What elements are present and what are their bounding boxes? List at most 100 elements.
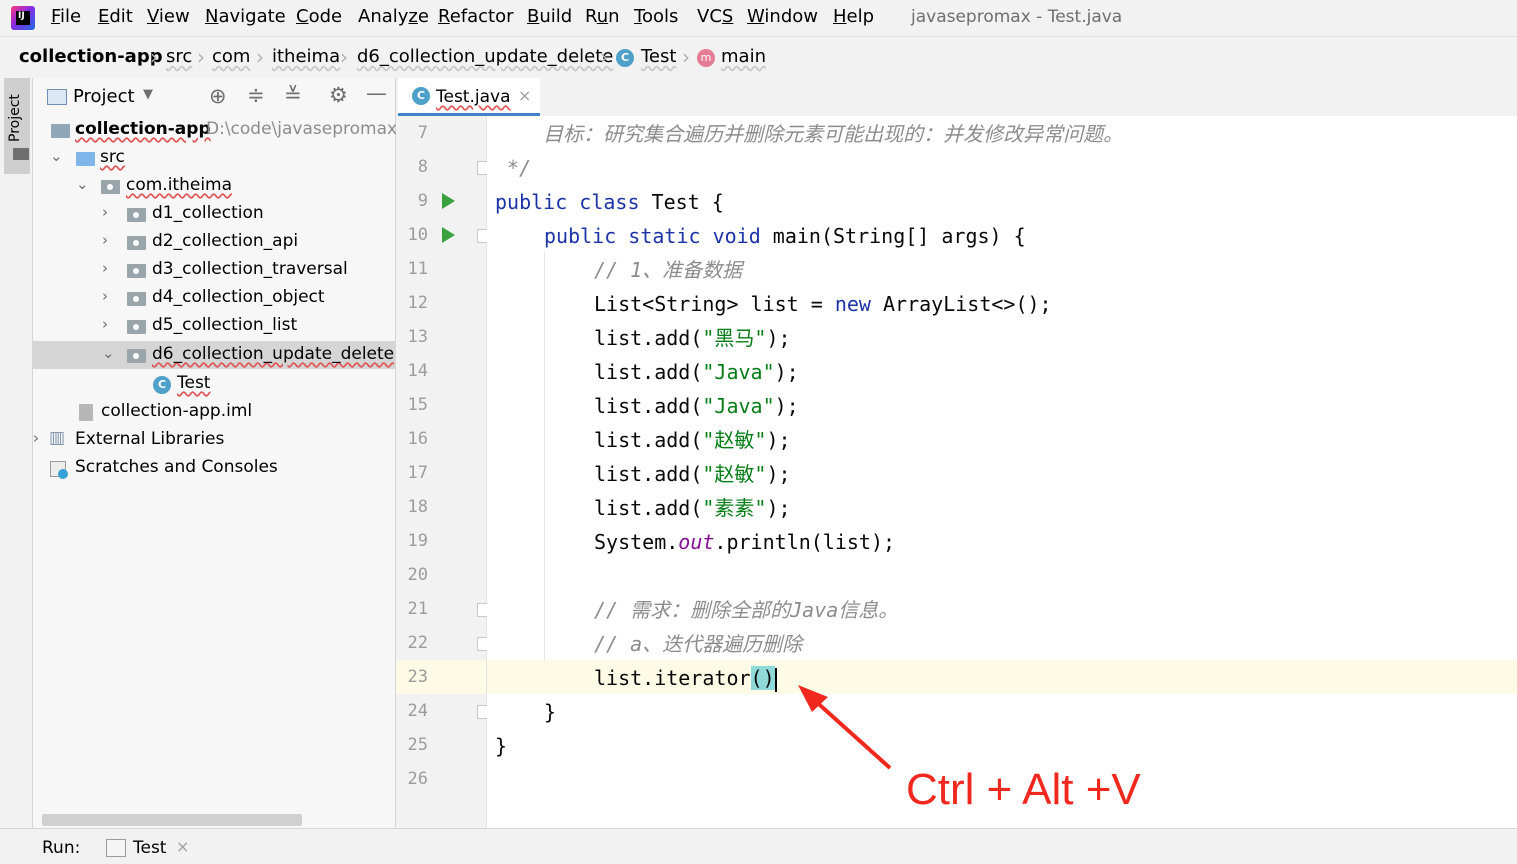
line-number: 12 bbox=[407, 293, 428, 313]
chevron-right-icon: › bbox=[197, 45, 205, 69]
menu-file[interactable]: File bbox=[51, 6, 81, 27]
root-name: collection-app bbox=[75, 119, 211, 139]
line-number: 21 bbox=[407, 599, 428, 619]
tree-item-scratches[interactable]: Scratches and Consoles bbox=[33, 454, 395, 482]
run-config-icon bbox=[106, 839, 126, 857]
line-number: 23 bbox=[407, 667, 428, 687]
line-number: 19 bbox=[407, 531, 428, 551]
line-number: 18 bbox=[407, 497, 428, 517]
chevron-right-icon[interactable]: › bbox=[33, 429, 39, 447]
breadcrumb-com[interactable]: com bbox=[212, 46, 250, 67]
package-icon bbox=[127, 208, 146, 222]
tree-item-root[interactable]: collection-app D:\code\javasepromax\ bbox=[33, 116, 403, 144]
tree-item-package[interactable]: ⌄ com.itheima bbox=[33, 172, 395, 200]
code-editor[interactable]: 目标：研究集合遍历并删除元素可能出现的：并发修改异常问题。 */ public … bbox=[487, 116, 1517, 828]
package-icon bbox=[127, 320, 146, 334]
tree-item-folder[interactable]: › d2_collection_api bbox=[33, 228, 395, 256]
run-icon[interactable] bbox=[442, 227, 455, 243]
collapse-all-icon[interactable]: ≚ bbox=[284, 83, 302, 107]
breadcrumb-src[interactable]: src bbox=[166, 46, 192, 67]
menu-code[interactable]: Code bbox=[296, 6, 342, 27]
code-line: list.add("Java"); bbox=[594, 360, 799, 384]
menu-help[interactable]: Help bbox=[833, 6, 874, 27]
breadcrumb-project[interactable]: collection-app bbox=[19, 46, 163, 67]
menu-refactor[interactable]: Refactor bbox=[438, 6, 514, 27]
tree-item-src[interactable]: ⌄ src bbox=[33, 144, 395, 172]
text-caret bbox=[774, 667, 777, 692]
breadcrumb: collection-app › src › com › itheima › d… bbox=[0, 36, 1517, 80]
app-logo-icon: IJ bbox=[11, 6, 35, 30]
tree-item-external-libraries[interactable]: › ▥ External Libraries bbox=[33, 426, 395, 454]
menu-run[interactable]: Run bbox=[585, 6, 620, 27]
project-tool-tab[interactable]: Project bbox=[4, 78, 30, 174]
menu-view[interactable]: View bbox=[147, 6, 190, 27]
code-line: } bbox=[544, 700, 557, 724]
package-icon bbox=[101, 180, 120, 194]
menu-edit[interactable]: Edit bbox=[98, 6, 133, 27]
menu-tools[interactable]: Tools bbox=[634, 6, 678, 27]
chevron-right-icon[interactable]: › bbox=[102, 259, 108, 277]
tree-item-iml[interactable]: collection-app.iml bbox=[33, 398, 395, 426]
tree-item-folder-selected[interactable]: ⌄ d6_collection_update_delete bbox=[33, 341, 395, 369]
run-tab-test[interactable]: Test bbox=[133, 838, 166, 858]
chevron-down-icon[interactable]: ⌄ bbox=[50, 147, 63, 165]
tree-item-folder[interactable]: › d3_collection_traversal bbox=[33, 256, 395, 284]
chevron-down-icon[interactable]: ⌄ bbox=[76, 175, 89, 193]
source-folder-icon bbox=[76, 152, 95, 166]
line-number: 22 bbox=[407, 633, 428, 653]
expand-all-icon[interactable]: ≑ bbox=[247, 83, 265, 107]
menu-window[interactable]: Window bbox=[747, 6, 818, 27]
close-icon[interactable]: × bbox=[518, 86, 531, 105]
chevron-right-icon: › bbox=[256, 45, 264, 69]
module-icon bbox=[51, 124, 70, 138]
line-number: 15 bbox=[407, 395, 428, 415]
menu-navigate[interactable]: Navigate bbox=[205, 6, 286, 27]
breadcrumb-package[interactable]: d6_collection_update_delete bbox=[357, 46, 613, 67]
line-number: 10 bbox=[407, 225, 428, 245]
code-line: // a、迭代器遍历删除 bbox=[594, 632, 803, 656]
tree-item-folder[interactable]: › d5_collection_list bbox=[33, 312, 395, 340]
menu-build[interactable]: Build bbox=[527, 6, 572, 27]
annotation-text: Ctrl + Alt +V bbox=[906, 765, 1141, 814]
gear-icon[interactable]: ⚙ bbox=[329, 83, 348, 107]
run-tool-bar: Run: Test × bbox=[0, 828, 1517, 864]
code-line: list.add("赵敏"); bbox=[594, 428, 791, 452]
package-icon bbox=[127, 264, 146, 278]
chevron-right-icon[interactable]: › bbox=[102, 315, 108, 333]
tree-item-class[interactable]: C Test bbox=[33, 370, 395, 398]
run-icon[interactable] bbox=[442, 193, 455, 209]
hide-icon[interactable]: — bbox=[366, 81, 387, 105]
line-number: 24 bbox=[407, 701, 428, 721]
breadcrumb-itheima[interactable]: itheima bbox=[272, 46, 340, 67]
chevron-down-icon[interactable]: ⌄ bbox=[102, 344, 115, 362]
tree-item-folder[interactable]: › d1_collection bbox=[33, 200, 395, 228]
code-line: 目标：研究集合遍历并删除元素可能出现的：并发修改异常问题。 bbox=[495, 122, 1124, 146]
line-number: 14 bbox=[407, 361, 428, 381]
menu-bar: IJ File Edit View Navigate Code Analyze … bbox=[0, 0, 1517, 36]
close-icon[interactable]: × bbox=[176, 837, 189, 856]
locate-icon[interactable]: ⊕ bbox=[209, 84, 227, 108]
chevron-down-icon[interactable]: ▼ bbox=[143, 87, 153, 102]
package-icon bbox=[127, 292, 146, 306]
menu-vcs[interactable]: VCS bbox=[697, 6, 733, 27]
tab-test-java[interactable]: C Test.java × bbox=[398, 78, 540, 116]
chevron-right-icon[interactable]: › bbox=[102, 203, 108, 221]
line-number: 25 bbox=[407, 735, 428, 755]
root-path: D:\code\javasepromax\ bbox=[206, 119, 403, 139]
code-line: list.add("素素"); bbox=[594, 496, 791, 520]
project-view-selector[interactable]: Project bbox=[73, 86, 135, 107]
breadcrumb-class[interactable]: Test bbox=[641, 46, 676, 67]
package-icon bbox=[127, 349, 146, 363]
project-panel: Project ▼ ⊕ ≑ ≚ ⚙ — collection-app D:\co… bbox=[33, 78, 403, 828]
breadcrumb-method[interactable]: main bbox=[721, 46, 766, 67]
class-icon: C bbox=[412, 87, 430, 105]
project-panel-header: Project ▼ ⊕ ≑ ≚ ⚙ — bbox=[33, 78, 395, 116]
chevron-right-icon[interactable]: › bbox=[102, 287, 108, 305]
run-label: Run: bbox=[42, 838, 81, 858]
menu-analyze[interactable]: Analyze bbox=[358, 6, 429, 27]
tree-item-folder[interactable]: › d4_collection_object bbox=[33, 284, 395, 312]
line-number: 20 bbox=[407, 565, 428, 585]
code-line: list.add("黑马"); bbox=[594, 326, 791, 350]
horizontal-scrollbar[interactable] bbox=[42, 814, 302, 826]
chevron-right-icon[interactable]: › bbox=[102, 231, 108, 249]
